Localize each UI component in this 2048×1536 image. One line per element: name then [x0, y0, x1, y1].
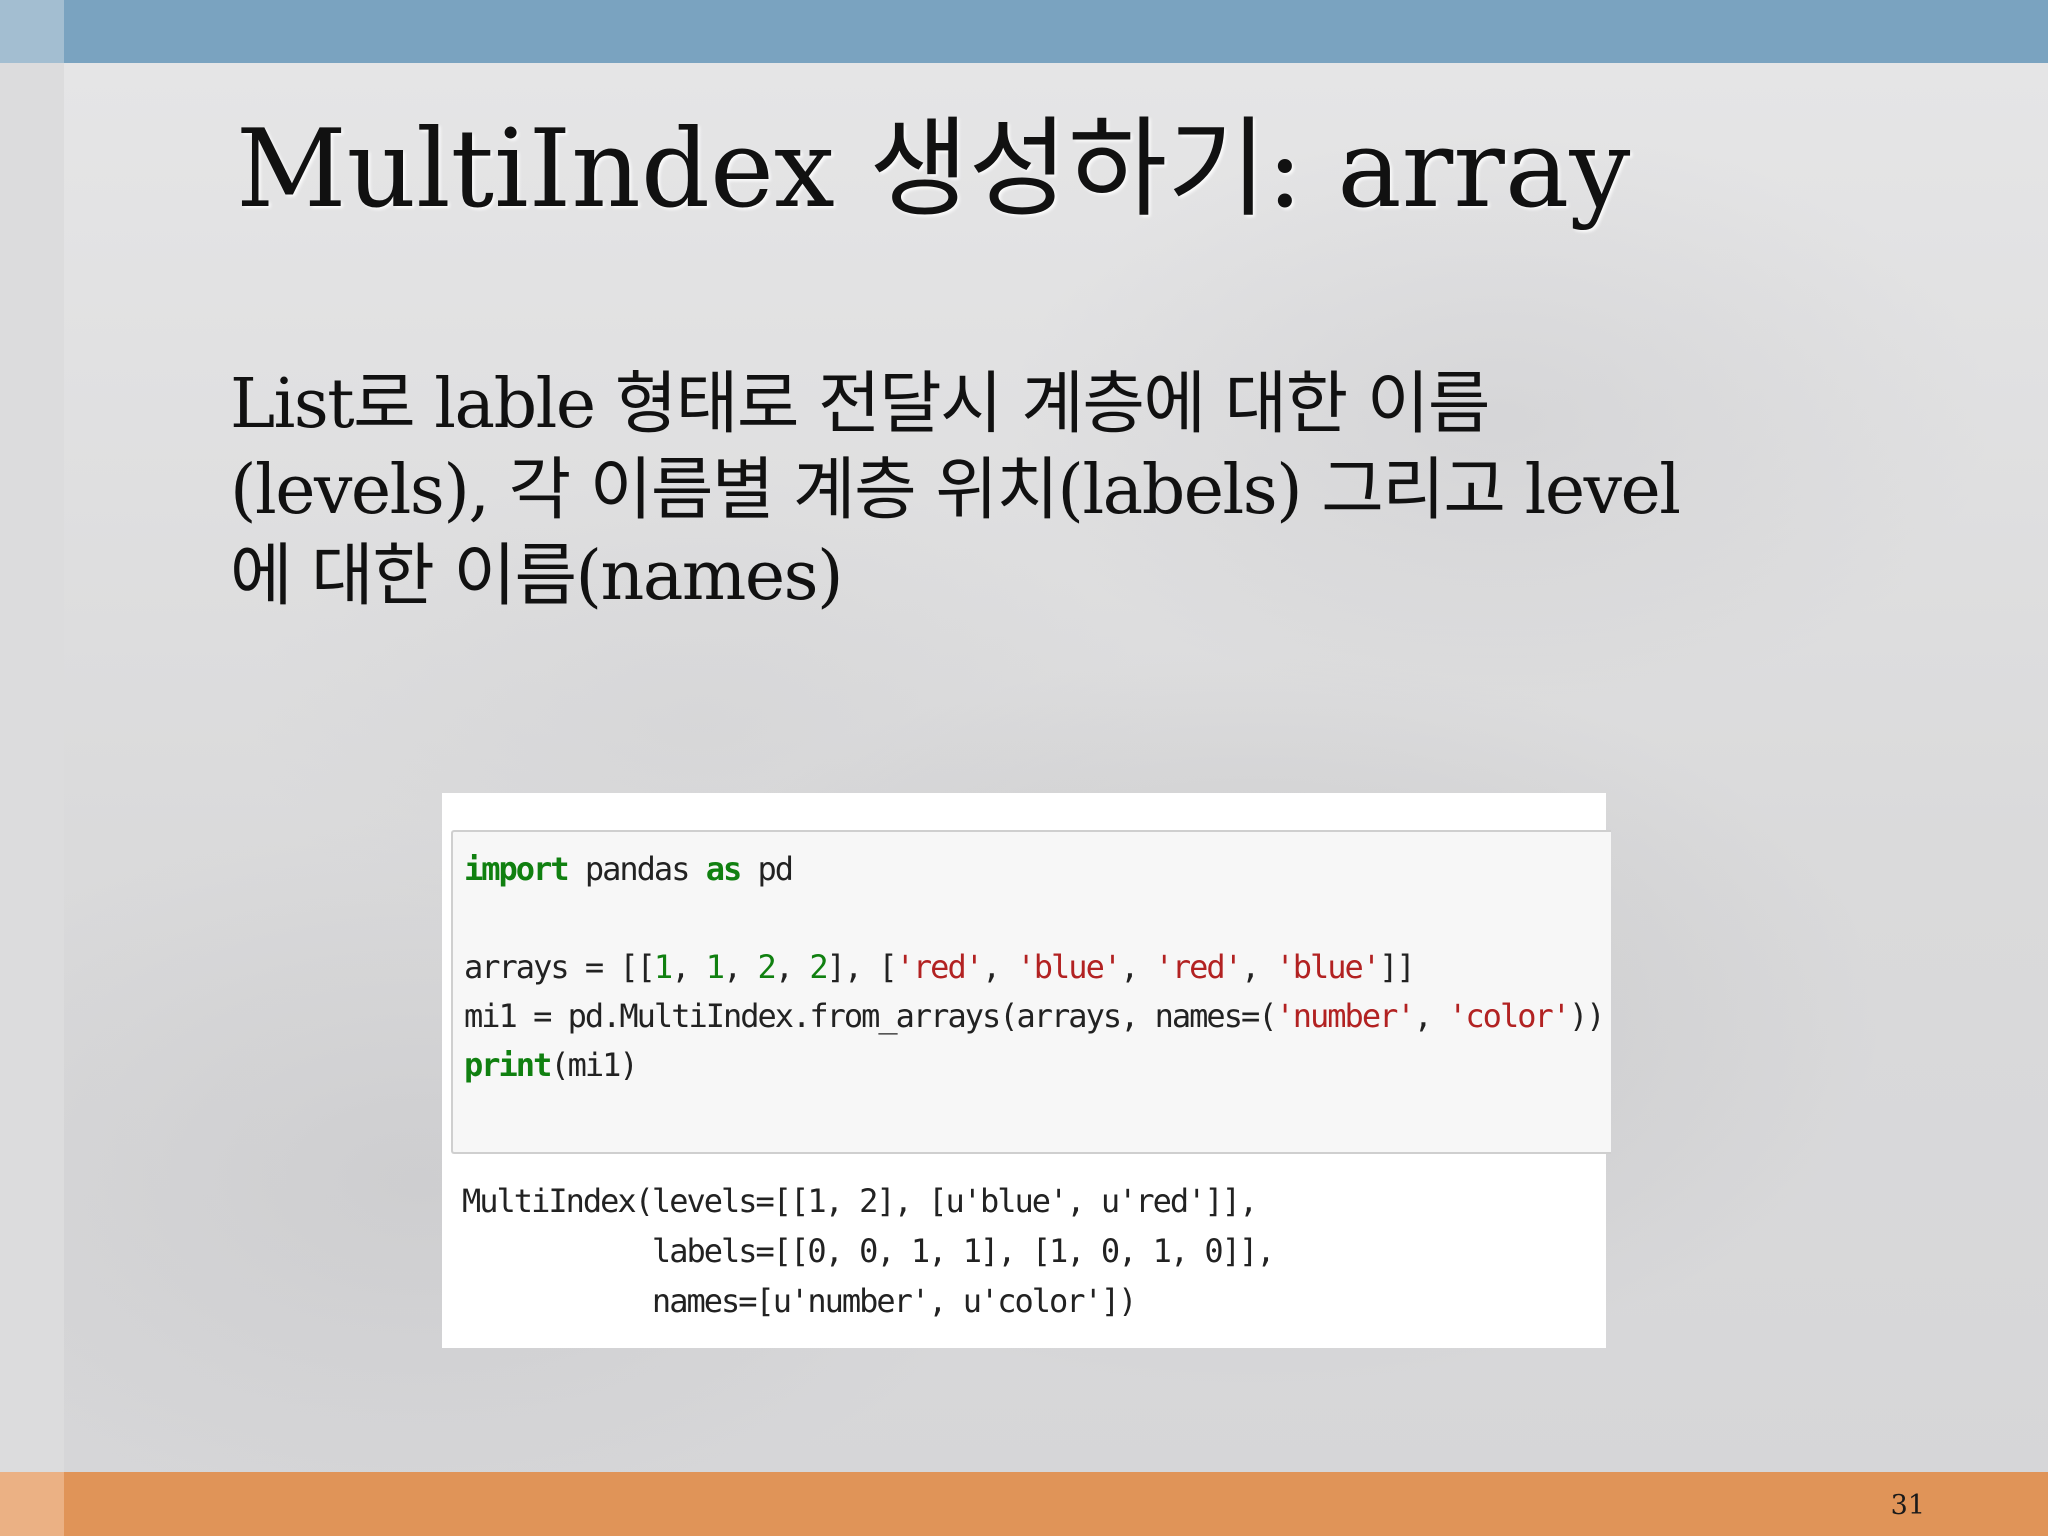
code-screenshot: import pandas as pd arrays = [[1, 1, 2, …: [442, 793, 1611, 1348]
page-number: 31: [1890, 1490, 1925, 1521]
code-number: 1: [653, 948, 673, 986]
code-number: 2: [757, 948, 777, 986]
code-line-arrays: arrays = [[1, 1, 2, 2], ['red', 'blue', …: [464, 943, 1604, 992]
code-number: 2: [809, 948, 828, 986]
code-token: ,: [1120, 948, 1155, 986]
code-token: ,: [774, 948, 810, 986]
code-string: 'color': [1448, 997, 1571, 1035]
code-token: ,: [671, 948, 706, 986]
top-accent-bar: [0, 0, 2048, 63]
output-line-2: labels=[[0, 0, 1, 1], [1, 0, 1, 0]],: [462, 1232, 1276, 1270]
code-line-mi1: mi1 = pd.MultiIndex.from_arrays(arrays, …: [464, 992, 1606, 1041]
code-token: ,: [981, 948, 1017, 986]
slide-title: MultiIndex 생성하기: array: [236, 107, 1631, 232]
code-number: 1: [705, 948, 725, 986]
code-token: ,: [1240, 948, 1276, 986]
code-token: arrays = [[: [464, 948, 656, 986]
left-rail: [0, 0, 64, 1536]
code-line-print: print(mi1): [464, 1041, 1604, 1090]
body-line-3: 에 대한 이름(names): [230, 537, 844, 616]
code-token: ,: [1413, 997, 1449, 1035]
code-token: ]]: [1379, 948, 1416, 986]
code-input: import pandas as pd arrays = [[1, 1, 2, …: [464, 845, 1606, 1090]
code-token: pandas: [567, 850, 706, 888]
code-string: 'red': [1154, 948, 1243, 986]
code-output: MultiIndex(levels=[[1, 2], [u'blue', u'r…: [462, 1176, 1276, 1326]
code-token: (mi1): [550, 1046, 638, 1084]
keyword-print: print: [464, 1046, 552, 1084]
code-token: ], [: [826, 948, 898, 986]
code-string: 'number': [1275, 997, 1415, 1035]
body-line-2: (levels), 각 이름별 계층 위치(labels) 그리고 level: [230, 451, 1681, 530]
keyword-as: as: [705, 850, 743, 888]
bottom-accent-corner: [0, 1472, 64, 1536]
code-string: 'blue': [1275, 948, 1381, 986]
code-token: ,: [722, 948, 758, 986]
code-string: 'red': [895, 948, 984, 986]
code-token: pd: [740, 850, 795, 888]
output-line-1: MultiIndex(levels=[[1, 2], [u'blue', u'r…: [462, 1182, 1258, 1220]
slide-body-text: List로 lable 형태로 전달시 계층에 대한 이름 (levels), …: [230, 362, 1940, 620]
code-token: mi1 = pd.MultiIndex.from_arrays(arrays, …: [464, 997, 1277, 1035]
bottom-accent-bar: [0, 1472, 2048, 1536]
keyword-import: import: [464, 850, 570, 888]
body-line-1: List로 lable 형태로 전달시 계층에 대한 이름: [230, 365, 1490, 444]
output-line-3: names=[u'number', u'color']): [462, 1282, 1137, 1320]
code-token: )): [1569, 997, 1606, 1035]
top-accent-corner: [0, 0, 64, 63]
code-line-import: import pandas as pd: [464, 845, 1604, 894]
code-string: 'blue': [1016, 948, 1123, 986]
